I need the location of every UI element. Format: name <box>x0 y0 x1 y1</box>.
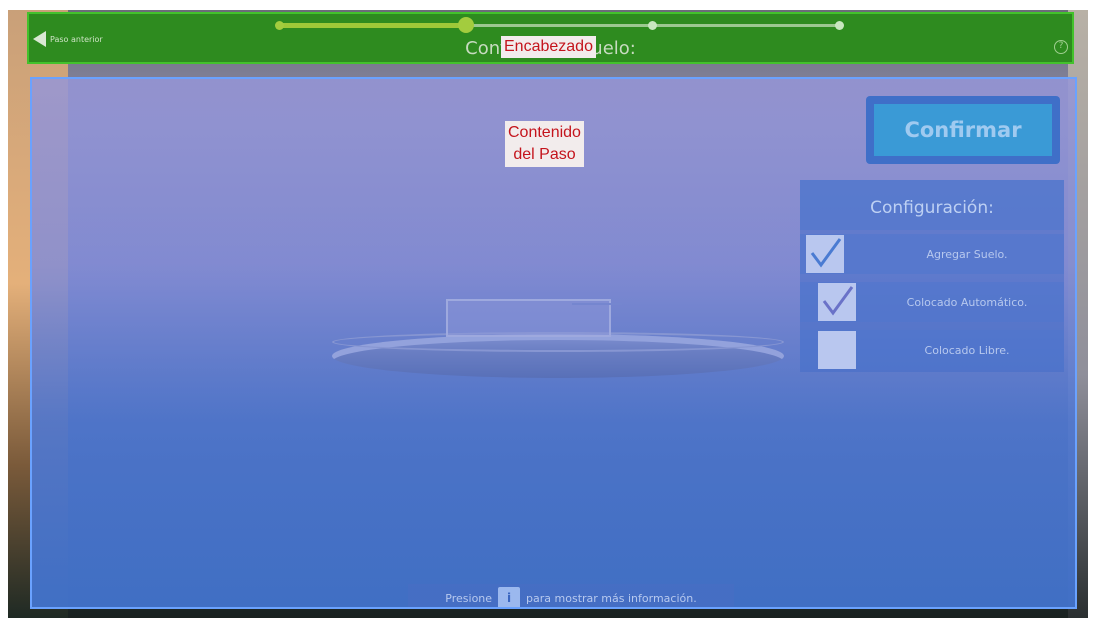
configuration-title: Configuración: <box>800 180 1064 230</box>
configuration-panel: Configuración: Agregar Suelo. Colocado A… <box>800 180 1064 372</box>
step-progress-bar <box>275 17 844 33</box>
option-row-free-place[interactable]: Colocado Libre. <box>800 330 1064 370</box>
content-overlay-line2: del Paso <box>513 146 576 163</box>
info-hint-bar: Presione i para mostrar más información. <box>408 584 734 607</box>
progress-step-dot <box>648 21 658 30</box>
content-overlay-label: Contenido del Paso <box>505 121 584 167</box>
progress-fill <box>279 23 466 28</box>
header-overlay-label: Encabezado <box>501 36 596 58</box>
progress-step-dot <box>457 17 474 33</box>
confirm-button[interactable]: Confirmar <box>874 104 1052 156</box>
auto-place-label: Colocado Automático. <box>906 295 1028 309</box>
info-prefix: Presione <box>445 591 493 605</box>
progress-step-dot <box>275 21 284 30</box>
auto-place-checkbox[interactable] <box>818 283 856 321</box>
content-overlay-line1: Contenido <box>508 124 581 141</box>
option-row-add-floor[interactable]: Agregar Suelo. <box>800 234 1064 274</box>
info-suffix: para mostrar más información. <box>526 591 697 605</box>
check-mark-icon <box>822 286 854 316</box>
add-floor-label: Agregar Suelo. <box>926 247 1008 261</box>
platform-bar <box>572 303 622 305</box>
add-floor-checkbox[interactable] <box>806 235 844 273</box>
option-row-auto-place[interactable]: Colocado Automático. <box>800 282 1064 322</box>
info-key-icon[interactable]: i <box>498 587 521 607</box>
free-place-label: Colocado Libre. <box>924 343 1010 357</box>
confirm-button-frame: Confirmar <box>866 96 1060 164</box>
help-icon[interactable]: ? <box>1054 40 1068 54</box>
progress-step-dot <box>835 21 844 30</box>
check-mark-icon <box>810 238 842 268</box>
free-place-checkbox[interactable] <box>818 331 856 369</box>
